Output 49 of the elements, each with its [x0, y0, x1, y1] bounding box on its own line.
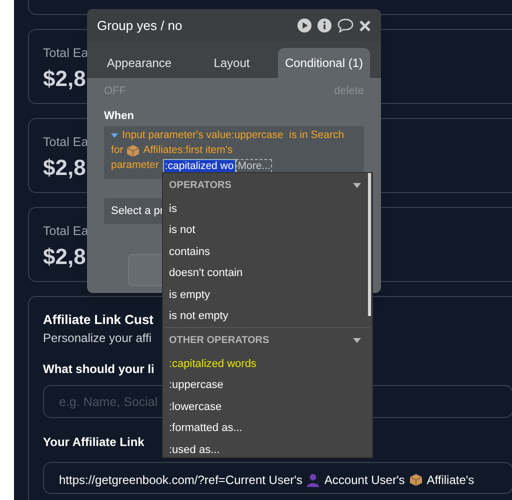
card-subtitle: Personalize your affi	[43, 330, 152, 346]
operator-option[interactable]: :lowercase	[165, 396, 370, 418]
operator-option[interactable]: is empty	[165, 284, 370, 306]
expression-text: Affiliates:first item's	[143, 143, 233, 158]
section-header: OTHER OPERATORS	[169, 334, 270, 348]
field-label: Your Affiliate Link	[43, 434, 144, 451]
operator-option[interactable]: contains	[165, 241, 370, 262]
expression-text: Input parameter's value:uppercase is in Search	[122, 128, 344, 143]
operator-option[interactable]: is	[165, 198, 370, 220]
expression-text: parameter	[111, 158, 159, 173]
tab[interactable]: Appearance	[93, 48, 186, 78]
popup-title: Group yes / no	[97, 16, 184, 35]
operator-option[interactable]: is not empty	[165, 306, 370, 327]
field-label: What should your li	[43, 361, 154, 378]
link-field[interactable]: https://getgreenbook.com/?ref=Current User's Account User's Affiliate's	[43, 462, 512, 494]
link-text: Account User's	[324, 472, 405, 489]
operator-option[interactable]: :uppercase	[165, 374, 370, 396]
expression-text: for	[111, 143, 124, 158]
person-icon	[307, 474, 320, 486]
stat-label: Total Ea	[43, 134, 88, 151]
play-icon[interactable]	[297, 18, 312, 33]
link-text: https://getgreenbook.com/?ref=Current User's	[59, 472, 302, 489]
link-text: Affiliate's	[426, 472, 474, 489]
section-header: OPERATORS	[169, 179, 232, 193]
operator-option[interactable]: :formatted as...	[165, 418, 370, 439]
when-label: When	[104, 108, 134, 124]
stat-value: $2,8	[43, 243, 86, 271]
package-icon	[410, 474, 422, 486]
package-icon	[127, 144, 140, 156]
stat-label: Total Ea	[43, 223, 88, 240]
comment-icon[interactable]	[337, 18, 354, 33]
operator-chip[interactable]: :capitalized wo	[162, 158, 236, 172]
close-icon[interactable]	[359, 20, 371, 32]
caret-icon[interactable]	[111, 133, 118, 138]
tab[interactable]: Conditional (1)	[278, 48, 370, 78]
stat-value: $2,8	[43, 65, 86, 93]
operator-option[interactable]: :used as...	[165, 439, 370, 457]
stat-value: $2,8	[43, 154, 86, 182]
scrollbar[interactable]	[368, 173, 371, 316]
tab[interactable]: Layout	[185, 48, 278, 78]
stat-label: Total Ea	[43, 45, 88, 62]
caret-icon[interactable]	[353, 183, 361, 188]
caret-icon[interactable]	[353, 338, 361, 343]
operator-option[interactable]: :capitalized words	[165, 353, 370, 374]
card-title: Affiliate Link Cust	[43, 311, 154, 329]
operator-option[interactable]: is not	[165, 220, 370, 241]
info-icon[interactable]	[317, 18, 332, 33]
operator-option[interactable]: doesn't contain	[165, 262, 370, 284]
expression-box[interactable]: Input parameter's value:uppercase is in Search for Affiliates:first item's parameter :capitalized wo More...	[104, 126, 364, 179]
